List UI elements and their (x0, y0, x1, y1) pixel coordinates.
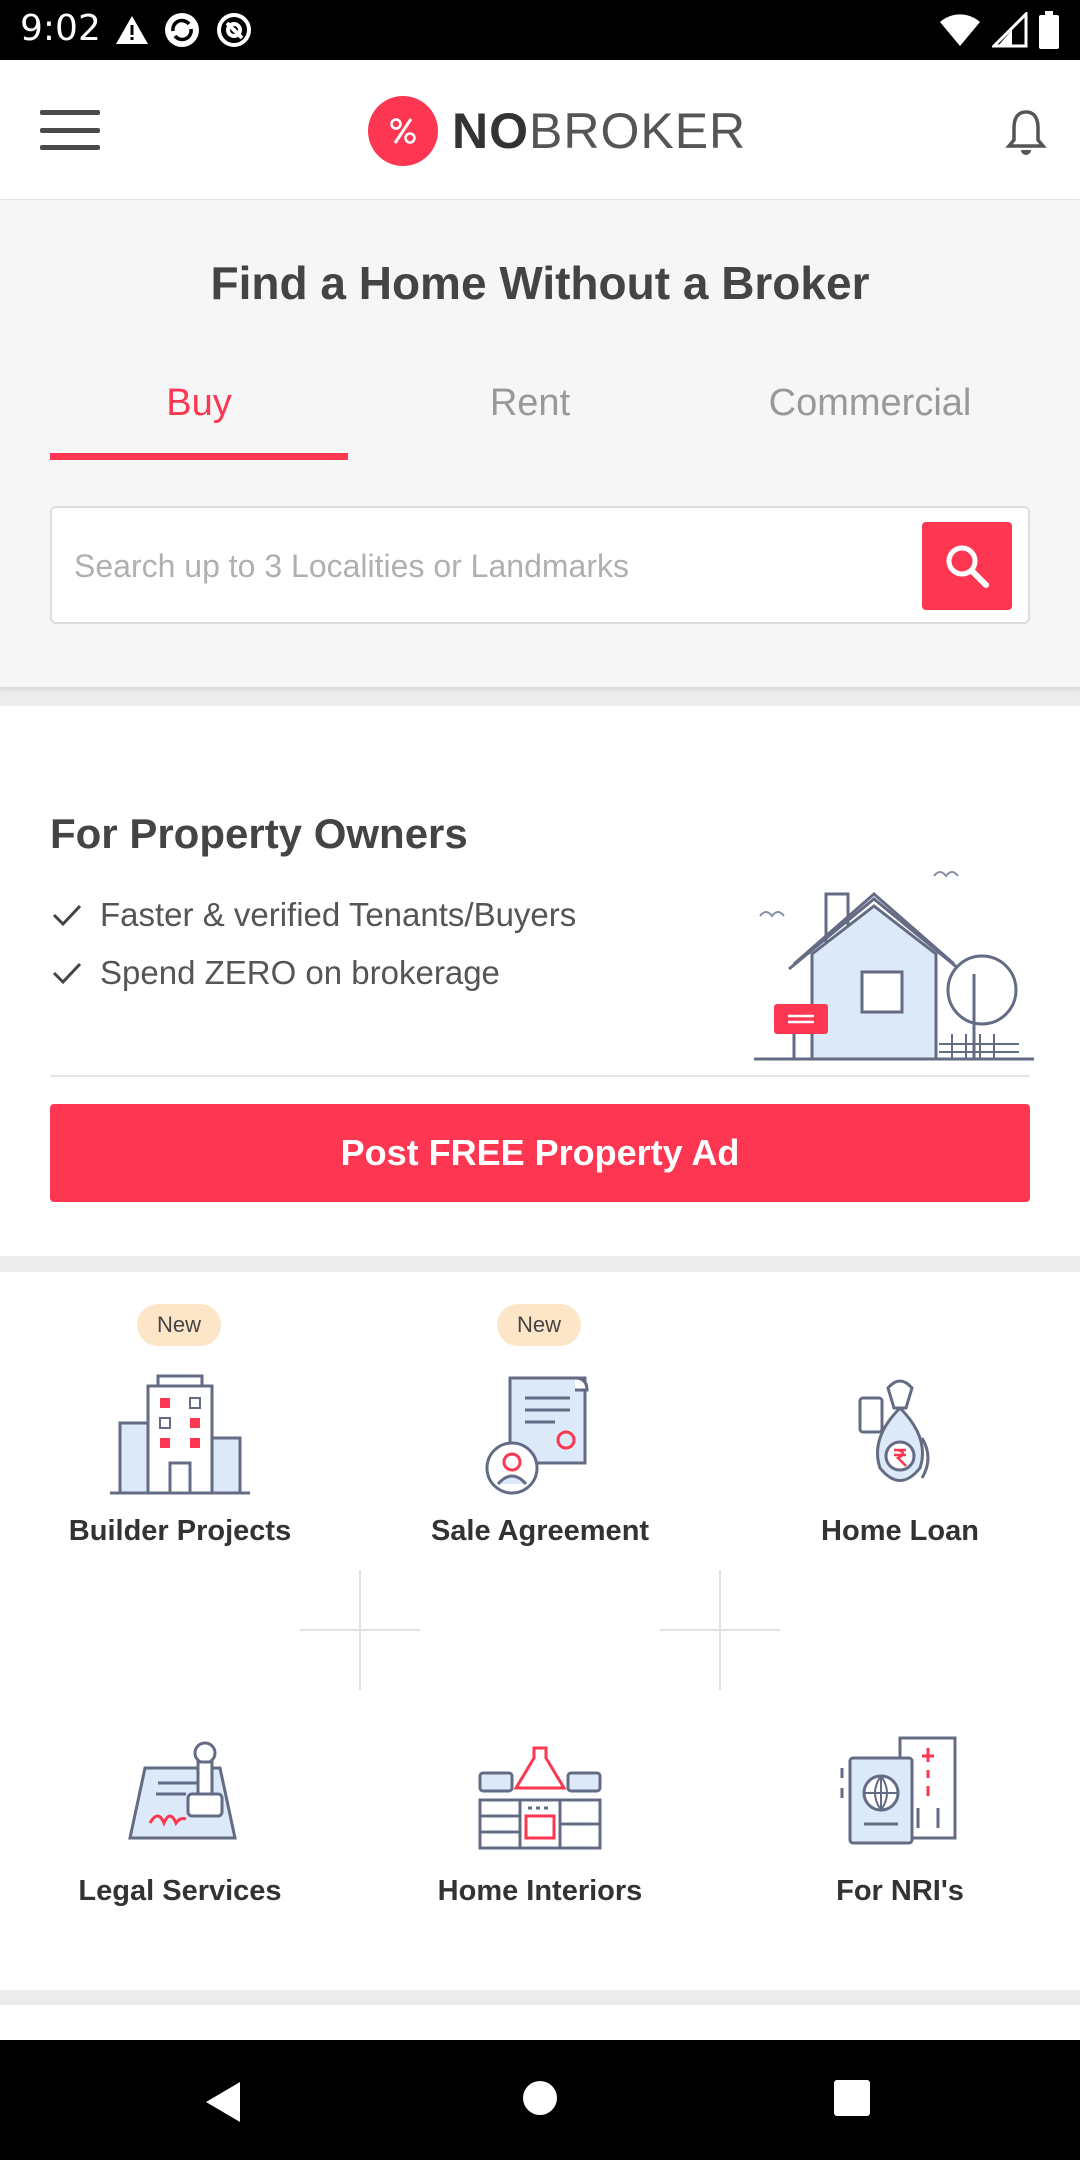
signal-icon (992, 12, 1028, 48)
notification-icons (115, 10, 253, 50)
status-time: 9:02 (20, 8, 101, 49)
service-for-nris[interactable]: For NRI's (720, 1728, 1080, 1908)
service-label: Builder Projects (68, 1515, 292, 1547)
service-label: Home Loan (821, 1515, 979, 1547)
interiors-icon (478, 1746, 602, 1850)
divider (50, 1075, 1030, 1077)
benefit-item: Faster & verified Tenants/Buyers (50, 886, 576, 944)
new-badge: New (497, 1304, 582, 1346)
logo-mark-icon (368, 96, 438, 166)
tab-buy[interactable]: Buy (50, 378, 348, 460)
system-icons (938, 10, 1060, 50)
service-label: Home Interiors (437, 1875, 643, 1907)
check-icon (52, 904, 82, 927)
grid-separator (300, 1570, 420, 1690)
services-grid: New New Builder Projects Sale Agreement (0, 1272, 1080, 1990)
app-bar: NOBROKER (0, 60, 1080, 200)
stamp-icon (128, 1741, 237, 1840)
service-sale-agreement[interactable]: Sale Agreement (360, 1368, 720, 1548)
search-title: Find a Home Without a Broker (210, 257, 870, 309)
wifi-icon (940, 14, 980, 46)
service-home-loan[interactable]: Home Loan (720, 1368, 1080, 1548)
tab-rent[interactable]: Rent (380, 378, 680, 460)
check-icon (52, 962, 82, 985)
menu-icon[interactable] (40, 110, 100, 150)
at-icon (217, 13, 251, 47)
search-card: Find a Home Without a Broker Buy Rent Co… (0, 200, 1080, 688)
service-label: Sale Agreement (430, 1515, 650, 1547)
search-tabs: Buy Rent Commercial (50, 378, 1030, 460)
agreement-icon (485, 1376, 589, 1495)
tab-commercial[interactable]: Commercial (710, 378, 1030, 460)
status-bar: 9:02 (0, 0, 1080, 60)
home-icon[interactable] (522, 2080, 558, 2116)
search-box (50, 506, 1030, 624)
system-nav-bar (0, 2040, 1080, 2160)
recents-icon[interactable] (834, 2080, 870, 2116)
building-icon (110, 1374, 250, 1495)
battery-icon (1039, 11, 1059, 49)
owners-title: For Property Owners (50, 810, 468, 857)
passport-icon (840, 1736, 957, 1845)
benefit-text: Faster & verified Tenants/Buyers (100, 896, 577, 933)
search-icon (946, 545, 989, 588)
money-bag-icon (858, 1379, 930, 1482)
back-icon[interactable] (204, 2080, 244, 2124)
search-button[interactable] (922, 522, 1012, 610)
search-input[interactable] (74, 538, 914, 594)
post-free-ad-button[interactable]: Post FREE Property Ad (50, 1104, 1030, 1202)
grid-separator (660, 1570, 780, 1690)
property-owners-card: For Property Owners Faster & verified Te… (0, 706, 1080, 1256)
house-illustration-icon (754, 871, 1034, 1061)
bell-icon[interactable] (1004, 108, 1048, 156)
service-label: For NRI's (836, 1875, 964, 1907)
sync-icon (165, 13, 199, 47)
service-legal-services[interactable]: Legal Services (0, 1728, 360, 1908)
new-badge: New (137, 1304, 222, 1346)
next-card-peek (0, 2005, 1080, 2045)
brand-name: NOBROKER (452, 103, 747, 159)
benefit-text: Spend ZERO on brokerage (100, 954, 500, 991)
service-builder-projects[interactable]: Builder Projects (0, 1368, 360, 1548)
service-label: Legal Services (78, 1875, 282, 1907)
benefit-item: Spend ZERO on brokerage (50, 944, 576, 1002)
warning-icon (116, 16, 148, 44)
owners-benefits: Faster & verified Tenants/Buyers Spend Z… (50, 886, 576, 1002)
brand-logo: NOBROKER (368, 96, 746, 166)
service-home-interiors[interactable]: Home Interiors (360, 1728, 720, 1908)
